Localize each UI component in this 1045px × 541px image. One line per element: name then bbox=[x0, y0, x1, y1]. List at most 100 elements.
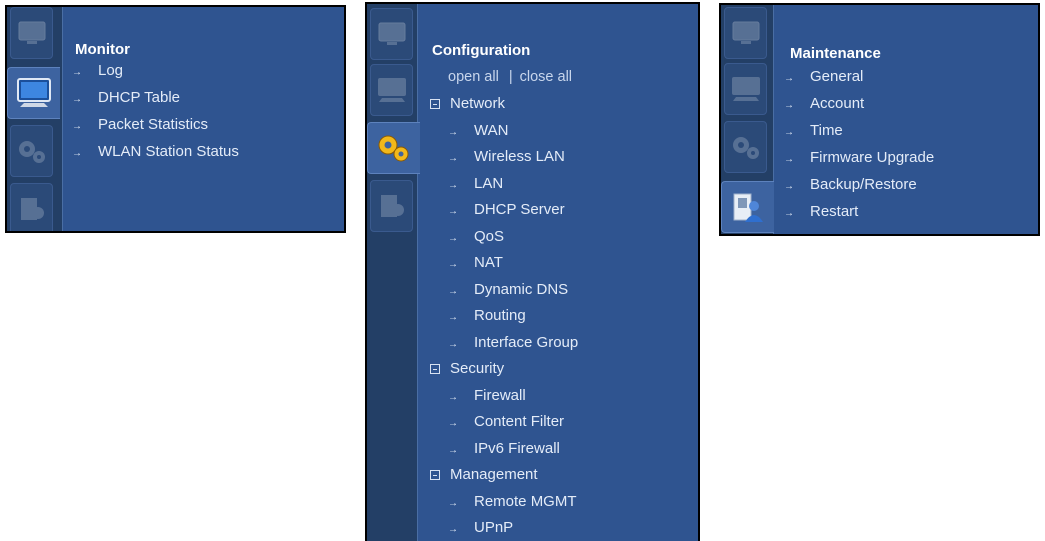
arrow-icon: → bbox=[72, 148, 82, 159]
monitor-item-log[interactable]: → Log bbox=[72, 58, 123, 84]
menu-item-label: WAN bbox=[474, 121, 509, 139]
maintenance-item-general[interactable]: → General bbox=[784, 64, 863, 90]
tab-maintenance[interactable] bbox=[370, 180, 413, 232]
arrow-icon: → bbox=[448, 126, 458, 138]
menu-item-label: Backup/Restore bbox=[810, 176, 917, 193]
arrow-icon: → bbox=[448, 153, 458, 164]
monitor-menu-content: Monitor → Log → DHCP Table → Packet Statist… bbox=[63, 7, 344, 231]
arrow-icon: → bbox=[448, 444, 458, 456]
menu-item-label: Wireless LAN bbox=[474, 148, 565, 165]
menu-item-label: Interface Group bbox=[474, 333, 579, 351]
separator: | bbox=[508, 69, 513, 85]
menu-item-label: Packet Statistics bbox=[98, 116, 209, 133]
config-item-remote-mgmt[interactable]: → Remote MGMT bbox=[448, 489, 577, 515]
menu-item-label: Account bbox=[810, 95, 865, 112]
configuration-menu-panel: Configuration open all | close all Netwo… bbox=[365, 2, 700, 541]
config-item-dynamic-dns[interactable]: → Dynamic DNS bbox=[448, 277, 568, 303]
menu-tab-strip bbox=[7, 7, 63, 231]
menu-item-label: Time bbox=[810, 122, 843, 139]
config-item-nat[interactable]: → NAT bbox=[448, 250, 503, 276]
menu-item-label: Content Filter bbox=[474, 413, 565, 430]
group-label: Network bbox=[450, 95, 506, 112]
tab-configuration[interactable] bbox=[10, 125, 53, 177]
arrow-icon: → bbox=[448, 285, 458, 297]
menu-item-label: Dynamic DNS bbox=[474, 280, 569, 298]
tree-group-network[interactable]: Network bbox=[430, 91, 505, 117]
tree-group-security[interactable]: Security bbox=[430, 356, 504, 382]
config-item-routing[interactable]: → Routing bbox=[448, 303, 526, 329]
tab-configuration[interactable] bbox=[724, 121, 767, 173]
menu-item-label: Firewall bbox=[474, 386, 526, 404]
menu-item-label: Firmware Upgrade bbox=[810, 149, 935, 166]
arrow-icon: → bbox=[448, 206, 458, 217]
menu-item-label: DHCP Table bbox=[98, 89, 180, 106]
tab-monitor[interactable] bbox=[370, 64, 413, 116]
monitor-item-wlan-station-status[interactable]: → WLAN Station Status bbox=[72, 139, 239, 165]
monitor-icon bbox=[377, 78, 406, 102]
arrow-icon: → bbox=[784, 100, 794, 111]
arrow-icon: → bbox=[784, 181, 794, 192]
arrow-icon: → bbox=[448, 391, 458, 403]
monitor-icon bbox=[731, 77, 760, 101]
collapse-icon bbox=[430, 364, 440, 374]
menu-tab-strip bbox=[721, 5, 774, 234]
group-label: Management bbox=[450, 466, 538, 483]
config-item-dhcp-server[interactable]: → DHCP Server bbox=[448, 197, 565, 223]
arrow-icon: → bbox=[784, 73, 794, 84]
arrow-icon: → bbox=[448, 338, 458, 350]
monitor-item-dhcp-table[interactable]: → DHCP Table bbox=[72, 85, 180, 111]
maintenance-item-account[interactable]: → Account bbox=[784, 91, 864, 117]
configuration-gears-icon bbox=[18, 141, 45, 163]
arrow-icon: → bbox=[448, 179, 458, 191]
tab-monitor[interactable] bbox=[7, 67, 60, 119]
maintenance-item-time[interactable]: → Time bbox=[784, 118, 843, 144]
maintenance-icon bbox=[733, 193, 763, 222]
maintenance-menu-content: Maintenance → General → Account → Time → Fir… bbox=[774, 5, 1038, 234]
tab-status[interactable] bbox=[724, 7, 767, 59]
monitor-menu-panel: Monitor → Log → DHCP Table → Packet Statist… bbox=[5, 5, 346, 233]
maintenance-item-backup-restore[interactable]: → Backup/Restore bbox=[784, 172, 917, 198]
config-item-wan[interactable]: → WAN bbox=[448, 118, 508, 144]
config-item-qos[interactable]: → QoS bbox=[448, 224, 504, 250]
maintenance-title: Maintenance bbox=[790, 45, 881, 62]
collapse-icon bbox=[430, 470, 440, 480]
arrow-icon: → bbox=[72, 121, 82, 132]
menu-item-label: IPv6 Firewall bbox=[474, 439, 560, 457]
menu-item-label: QoS bbox=[474, 227, 505, 245]
configuration-gears-icon bbox=[378, 135, 409, 162]
maintenance-item-firmware-upgrade[interactable]: → Firmware Upgrade bbox=[784, 145, 934, 171]
expand-collapse-links: open all | close all bbox=[448, 69, 572, 85]
configuration-menu-content: Configuration open all | close all Netwo… bbox=[418, 4, 698, 541]
group-label: Security bbox=[450, 360, 505, 377]
tab-maintenance[interactable] bbox=[10, 183, 53, 231]
config-item-upnp[interactable]: → UPnP bbox=[448, 515, 513, 541]
maintenance-icon bbox=[20, 198, 44, 220]
close-all-link[interactable]: close all bbox=[520, 69, 572, 85]
menu-item-label: Routing bbox=[474, 307, 526, 324]
config-item-ipv6-firewall[interactable]: → IPv6 Firewall bbox=[448, 436, 560, 462]
tab-monitor[interactable] bbox=[724, 63, 767, 115]
maintenance-icon bbox=[380, 195, 404, 217]
config-item-interface-group[interactable]: → Interface Group bbox=[448, 330, 578, 356]
status-icon bbox=[732, 21, 759, 44]
arrow-icon: → bbox=[72, 94, 82, 105]
tab-status[interactable] bbox=[370, 8, 413, 60]
menu-item-label: Restart bbox=[810, 203, 859, 220]
config-item-firewall[interactable]: → Firewall bbox=[448, 383, 526, 409]
maintenance-item-restart[interactable]: → Restart bbox=[784, 199, 858, 225]
tab-configuration[interactable] bbox=[367, 122, 420, 174]
arrow-icon: → bbox=[448, 418, 458, 429]
menu-item-label: DHCP Server bbox=[474, 201, 565, 218]
open-all-link[interactable]: open all bbox=[448, 69, 499, 85]
tab-status[interactable] bbox=[10, 7, 53, 59]
config-item-wireless-lan[interactable]: → Wireless LAN bbox=[448, 144, 565, 170]
monitor-item-packet-statistics[interactable]: → Packet Statistics bbox=[72, 112, 208, 138]
menu-item-label: NAT bbox=[474, 254, 503, 271]
tree-group-management[interactable]: Management bbox=[430, 462, 538, 488]
menu-item-label: Remote MGMT bbox=[474, 492, 577, 510]
config-item-content-filter[interactable]: → Content Filter bbox=[448, 409, 564, 435]
arrow-icon: → bbox=[784, 127, 794, 138]
config-item-lan[interactable]: → LAN bbox=[448, 171, 503, 197]
arrow-icon: → bbox=[448, 497, 458, 509]
tab-maintenance[interactable] bbox=[721, 181, 774, 233]
